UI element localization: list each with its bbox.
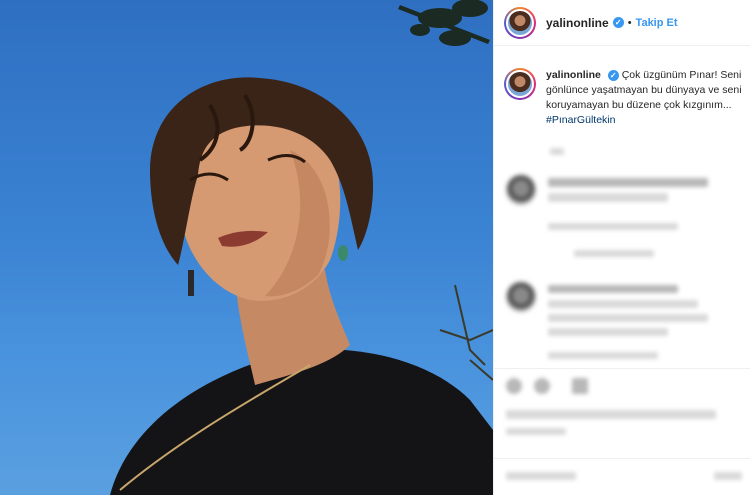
caption-text: yalinonline ✓ Çok üzgünüm Pınar! Seni gö… bbox=[546, 68, 746, 128]
verified-badge-icon: ✓ bbox=[607, 70, 619, 81]
branches bbox=[439, 284, 493, 381]
post-header: yalinonline ✓ • Takip Et bbox=[494, 0, 750, 46]
verified-badge-icon: ✓ bbox=[612, 17, 624, 28]
post-date bbox=[506, 428, 566, 435]
photo-illustration bbox=[110, 0, 493, 495]
caption-username[interactable]: yalinonline bbox=[546, 69, 601, 81]
post-side-panel: yalinonline ✓ • Takip Et yalinonline ✓ Ç… bbox=[493, 0, 750, 495]
comment-text bbox=[548, 285, 678, 293]
add-comment-input[interactable] bbox=[506, 472, 576, 480]
view-replies[interactable] bbox=[574, 250, 654, 257]
comment-text bbox=[548, 193, 668, 202]
comment-icon[interactable] bbox=[534, 378, 550, 394]
heart-icon[interactable] bbox=[506, 378, 522, 394]
comment-avatar[interactable] bbox=[506, 175, 536, 205]
comment-text bbox=[548, 178, 708, 187]
caption-block: yalinonline ✓ Çok üzgünüm Pınar! Seni gö… bbox=[504, 68, 746, 128]
separator-dot: • bbox=[627, 16, 632, 29]
comment-input-divider bbox=[494, 458, 750, 459]
post-comment-button[interactable] bbox=[714, 472, 742, 480]
comment-meta bbox=[548, 223, 678, 230]
comment-text bbox=[548, 328, 668, 336]
header-avatar[interactable] bbox=[504, 6, 536, 39]
right-earring bbox=[338, 245, 348, 261]
comment-text bbox=[548, 314, 708, 322]
earring bbox=[188, 270, 194, 296]
actions-divider bbox=[494, 368, 750, 369]
likes-summary bbox=[506, 410, 716, 419]
follow-button[interactable]: Takip Et bbox=[636, 17, 678, 29]
caption-timestamp bbox=[550, 148, 564, 155]
caption-hashtag[interactable]: #PınarGültekin bbox=[546, 114, 615, 126]
header-username[interactable]: yalinonline bbox=[546, 16, 609, 30]
comment-text bbox=[548, 300, 698, 308]
comment-meta bbox=[548, 352, 658, 359]
tree-leaves bbox=[398, 0, 490, 46]
post-photo[interactable] bbox=[0, 0, 493, 495]
caption-avatar[interactable] bbox=[504, 68, 536, 100]
share-icon[interactable] bbox=[572, 378, 588, 394]
comment-avatar[interactable] bbox=[506, 282, 536, 312]
